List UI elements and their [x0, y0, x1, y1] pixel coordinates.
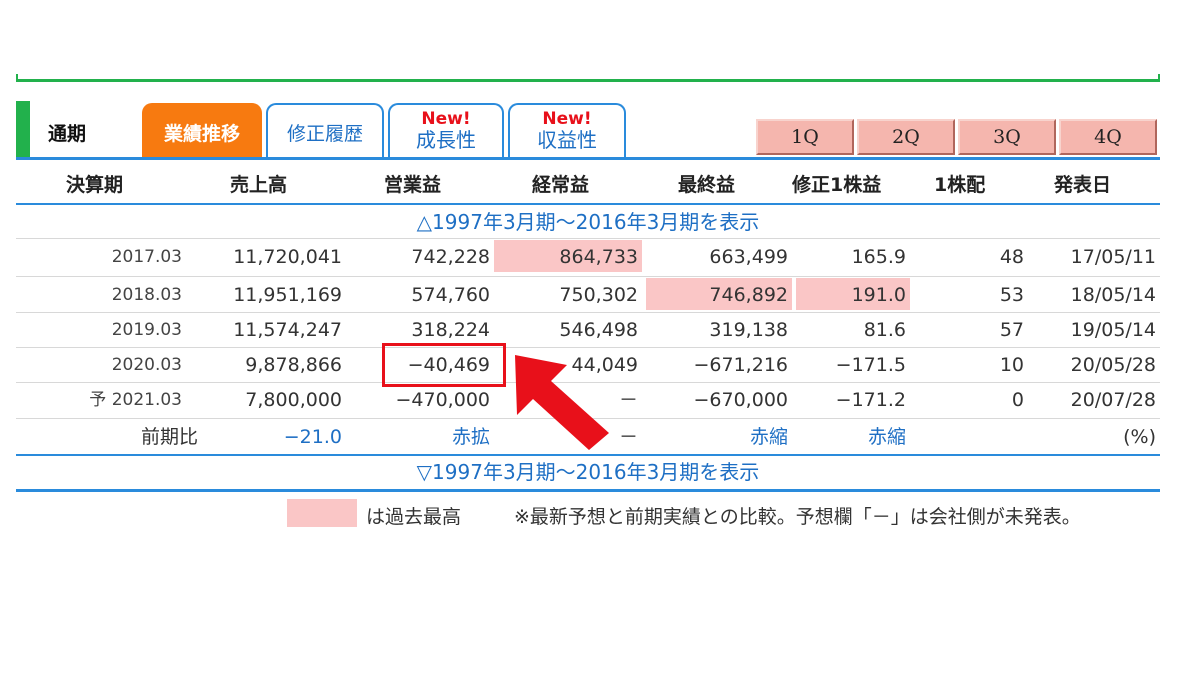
cell-period: 予 2021.03: [89, 390, 182, 410]
cell-eps: 81.6: [863, 319, 906, 341]
tab-revision-history-label: 修正履歴: [286, 123, 363, 145]
cell-net: 746,892: [709, 284, 788, 306]
col-header-net: 最終益: [678, 174, 736, 196]
highlight-box-annotation: [382, 343, 506, 387]
cell-net: −670,000: [693, 389, 789, 411]
cell-net: 663,499: [709, 246, 788, 268]
tab-performance[interactable]: 業績推移: [142, 103, 262, 157]
cell-ordinary: 750,302: [559, 284, 638, 306]
header-divider: [16, 203, 1160, 205]
new-badge: New!: [542, 109, 592, 129]
section-marker: [16, 101, 30, 157]
cell-date: 20/05/28: [1070, 354, 1156, 376]
cell-dividend: 53: [999, 284, 1024, 306]
cell-dividend: 57: [999, 319, 1024, 341]
hide-older-link[interactable]: ▽1997年3月期～2016年3月期を表示: [16, 456, 1160, 488]
tab-revision-history[interactable]: 修正履歴: [266, 103, 384, 157]
tab-underline: [16, 157, 1160, 160]
yoy-net: 赤縮: [749, 426, 788, 448]
cell-operating: 318,224: [411, 319, 490, 341]
cell-ordinary: 546,498: [559, 319, 638, 341]
table-bottom-line: [16, 489, 1160, 492]
cell-dividend: 10: [999, 354, 1024, 376]
col-header-date: 発表日: [1054, 174, 1112, 196]
new-badge: New!: [421, 109, 471, 129]
yoy-eps: 赤縮: [867, 426, 906, 448]
row-divider: [16, 238, 1160, 239]
cell-dividend: 48: [999, 246, 1024, 268]
cell-net: 319,138: [709, 319, 788, 341]
quarter-4q-button[interactable]: 4Q: [1059, 119, 1157, 155]
tab-growth[interactable]: New! 成長性: [388, 103, 504, 157]
cell-sales: 11,951,169: [233, 284, 342, 306]
yoy-label: 前期比: [140, 426, 198, 448]
cell-sales: 11,720,041: [233, 246, 342, 268]
col-header-ordinary: 経常益: [532, 174, 590, 196]
cell-date: 20/07/28: [1070, 389, 1156, 411]
top-green-rule: [16, 74, 1160, 82]
tab-performance-label: 業績推移: [163, 123, 240, 145]
cell-ordinary: 864,733: [559, 246, 638, 268]
cell-operating: −470,000: [395, 389, 491, 411]
cell-period: 2018.03: [111, 285, 182, 305]
col-header-sales: 売上高: [230, 174, 288, 196]
tab-profitability[interactable]: New! 収益性: [508, 103, 626, 157]
show-older-link[interactable]: △1997年3月期～2016年3月期を表示: [16, 206, 1160, 238]
quarter-2q-button[interactable]: 2Q: [857, 119, 955, 155]
col-header-period: 決算期: [66, 174, 124, 196]
cell-period: 2019.03: [111, 320, 182, 340]
cell-sales: 7,800,000: [245, 389, 342, 411]
cell-net: −671,216: [693, 354, 789, 376]
earnings-panel: 通期 業績推移 修正履歴 New! 成長性 New! 収益性 1Q 2Q 3Q …: [0, 0, 1200, 675]
cell-period: 2020.03: [111, 355, 182, 375]
cell-eps: −171.2: [835, 389, 906, 411]
quarter-1q-button[interactable]: 1Q: [756, 119, 854, 155]
legend-swatch: [287, 499, 357, 527]
cell-eps: 191.0: [851, 284, 906, 306]
tab-profitability-label: 収益性: [537, 128, 597, 152]
cell-sales: 11,574,247: [233, 319, 342, 341]
cell-period: 2017.03: [111, 247, 182, 267]
col-header-operating: 営業益: [384, 174, 442, 196]
tab-bar: 通期 業績推移 修正履歴 New! 成長性 New! 収益性 1Q 2Q 3Q …: [16, 101, 1160, 159]
col-header-eps: 修正1株益: [792, 174, 882, 196]
cell-date: 18/05/14: [1070, 284, 1156, 306]
red-arrow-icon: [515, 355, 609, 450]
row-divider: [16, 276, 1160, 277]
tab-growth-label: 成長性: [416, 128, 476, 152]
cell-sales: 9,878,866: [245, 354, 342, 376]
yoy-operating: 赤拡: [451, 426, 490, 448]
cell-eps: 165.9: [851, 246, 906, 268]
yoy-sales: −21.0: [283, 426, 342, 448]
cell-operating: 742,228: [411, 246, 490, 268]
col-header-dividend: 1株配: [934, 174, 986, 196]
cell-date: 17/05/11: [1070, 246, 1156, 268]
cell-eps: −171.5: [835, 354, 906, 376]
cell-dividend: 0: [1011, 389, 1024, 411]
legend-text: は過去最高: [366, 506, 462, 528]
quarter-3q-button[interactable]: 3Q: [958, 119, 1056, 155]
tab-full-year-label: 通期: [48, 123, 87, 145]
legend-note: ※最新予想と前期実績との比較。予想欄「－」は会社側が未発表。: [514, 506, 1081, 528]
cell-date: 19/05/14: [1070, 319, 1156, 341]
cell-operating: 574,760: [411, 284, 490, 306]
yoy-unit: (%): [1123, 426, 1156, 448]
